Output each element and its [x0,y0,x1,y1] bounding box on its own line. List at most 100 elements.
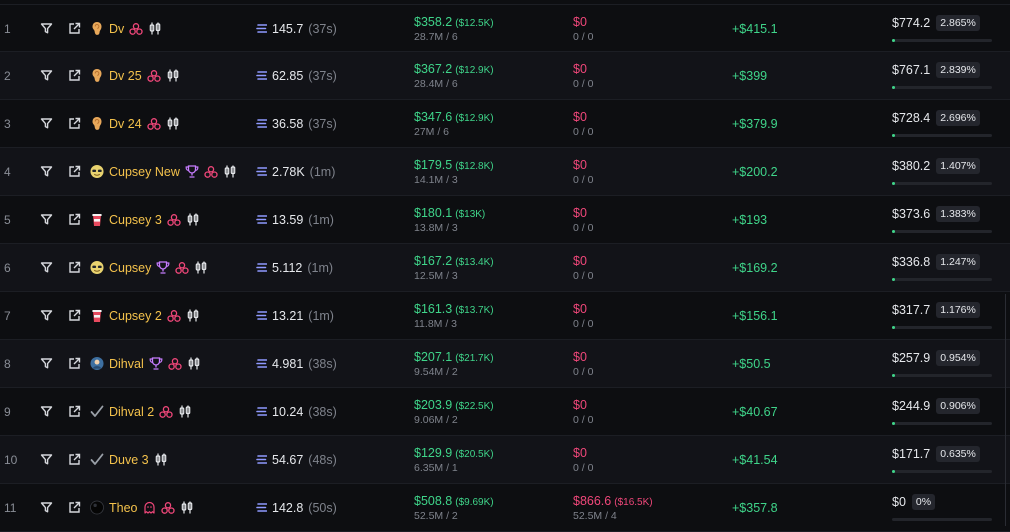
trader-name-cell[interactable]: Cupsey 3 [90,196,250,243]
trader-name: Dv [109,21,125,36]
bought-usd: $347.6 [414,109,453,124]
trader-name-cell[interactable]: Duve 3 [90,436,250,483]
trader-name-cell[interactable]: Cupsey New [90,148,250,195]
scrollbar-track[interactable] [1005,294,1010,526]
bought-detail: 9.06M / 2 [414,413,458,426]
filter-icon [40,309,53,322]
open-explorer-button[interactable] [68,196,84,243]
trader-name-cell[interactable]: Dv [90,5,250,52]
remaining-percent-badge: 0.635% [936,446,980,462]
candlestick-icon [223,165,237,178]
sold-usd: $0 [573,205,587,220]
trader-name-cell[interactable]: Cupsey [90,244,250,291]
remaining-progress-fill [892,182,895,185]
black-circle-icon [90,500,104,515]
bought-detail: 28.4M / 6 [414,77,458,90]
trader-name: Duve 3 [109,452,149,467]
remaining-line: $767.1 2.839% [892,62,980,78]
trader-name-cell[interactable]: Theo [90,484,250,531]
filter-button[interactable] [40,52,56,99]
bought-sub-usd: ($22.5K) [455,400,494,412]
filter-button[interactable] [40,196,56,243]
open-explorer-button[interactable] [68,292,84,339]
table-row[interactable]: 7 Cupsey 2 13.21 (1m) $161.3 ($13.7K) 11.8M / … [0,292,1010,340]
table-row[interactable]: 8 Dihval 4.981 (38s) $207.1 ($21.7K) 9.54M / 2… [0,340,1010,388]
filter-icon [40,357,53,370]
balance-value: 13.59 [272,212,304,227]
balance-lines-icon [256,455,267,464]
remaining-progress-bar [892,422,992,425]
filter-button[interactable] [40,5,56,52]
sold-usd: $0 [573,397,587,412]
filter-button[interactable] [40,292,56,339]
open-explorer-button[interactable] [68,484,84,531]
sold-usd: $0 [573,445,587,460]
filter-icon [40,405,53,418]
triple-circle-icon [160,501,175,514]
bought-detail: 52.5M / 2 [414,509,458,522]
open-explorer-button[interactable] [68,340,84,387]
bought-usd: $179.5 [414,157,453,172]
open-explorer-button[interactable] [68,148,84,195]
trader-name: Cupsey 3 [109,212,162,227]
filter-icon [40,501,53,514]
remaining-line: $728.4 2.696% [892,110,980,126]
top-traders-table: 1 Dv 145.7 (37s) $358.2 ($12.5K) 28.7M / 6 $0 0 … [0,4,1010,532]
trader-name-cell[interactable]: Dv 24 [90,100,250,147]
trader-name-cell[interactable]: Dv 25 [90,52,250,99]
filter-button[interactable] [40,388,56,435]
filter-button[interactable] [40,244,56,291]
open-explorer-button[interactable] [68,52,84,99]
table-row[interactable]: 5 Cupsey 3 13.59 (1m) $180.1 ($13K) 13.8M / 3 $… [0,196,1010,244]
open-explorer-button[interactable] [68,100,84,147]
balance-cell: 10.24 (38s) [256,388,396,435]
open-explorer-button[interactable] [68,5,84,52]
open-explorer-button[interactable] [68,244,84,291]
balance-cell: 5.112 (1m) [256,244,396,291]
filter-icon [40,261,53,274]
filter-button[interactable] [40,100,56,147]
table-row[interactable]: 2 Dv 25 62.85 (37s) $367.2 ($12.9K) 28.4M / 6 $… [0,52,1010,100]
remaining-percent-badge: 0.906% [936,398,980,414]
ear-icon [90,117,104,131]
balance-cell: 54.67 (48s) [256,436,396,483]
open-explorer-button[interactable] [68,388,84,435]
drink-cup-icon [90,309,104,323]
remaining-line: $257.9 0.954% [892,350,980,366]
remaining-percent-badge: 2.865% [936,15,980,31]
trader-name-cell[interactable]: Dihval [90,340,250,387]
filter-icon [40,69,53,82]
table-row[interactable]: 3 Dv 24 36.58 (37s) $347.6 ($12.9K) 27M / 6 $0 0… [0,100,1010,148]
bought-usd: $358.2 [414,14,453,29]
table-row[interactable]: 6 Cupsey 5.112 (1m) $167.2 ($13.4K) 12.5M / 3 $… [0,244,1010,292]
filter-button[interactable] [40,484,56,531]
trader-name: Cupsey New [109,164,180,179]
sold-line: $0 [573,254,590,268]
table-row[interactable]: 9 Dihval 2 10.24 (38s) $203.9 ($22.5K) 9.06M /… [0,388,1010,436]
filter-button[interactable] [40,148,56,195]
open-explorer-button[interactable] [68,436,84,483]
bought-detail: 27M / 6 [414,125,450,138]
bought-cell: $347.6 ($12.9K) 27M / 6 [414,100,564,147]
table-row[interactable]: 4 Cupsey New 2.78K (1m) $179.5 ($12.8K) 14.1M … [0,148,1010,196]
balance-value: 13.21 [272,308,304,323]
filter-button[interactable] [40,436,56,483]
remaining-cell: $257.9 0.954% [892,340,996,387]
remaining-progress-fill [892,278,895,281]
rank-number: 5 [4,212,11,227]
table-row[interactable]: 10 Duve 3 54.67 (48s) $129.9 ($20.5K) 6.35M / … [0,436,1010,484]
remaining-progress-bar [892,134,992,137]
filter-button[interactable] [40,340,56,387]
filter-icon [40,213,53,226]
trader-name-cell[interactable]: Dihval 2 [90,388,250,435]
external-link-icon [68,213,81,226]
pnl-value: +$415.1 [732,21,778,36]
table-row[interactable]: 1 Dv 145.7 (37s) $358.2 ($12.5K) 28.7M / 6 $0 0 … [0,4,1010,52]
trader-name-cell[interactable]: Cupsey 2 [90,292,250,339]
bought-cell: $203.9 ($22.5K) 9.06M / 2 [414,388,564,435]
table-row[interactable]: 11 Theo 142.8 (50s) $508.8 ($9.69K) 52.5M / 2 $… [0,484,1010,532]
bought-detail: 6.35M / 1 [414,461,458,474]
remaining-percent-badge: 0% [911,494,936,510]
bought-line: $167.2 ($13.4K) [414,254,494,268]
candlestick-icon [186,309,200,322]
